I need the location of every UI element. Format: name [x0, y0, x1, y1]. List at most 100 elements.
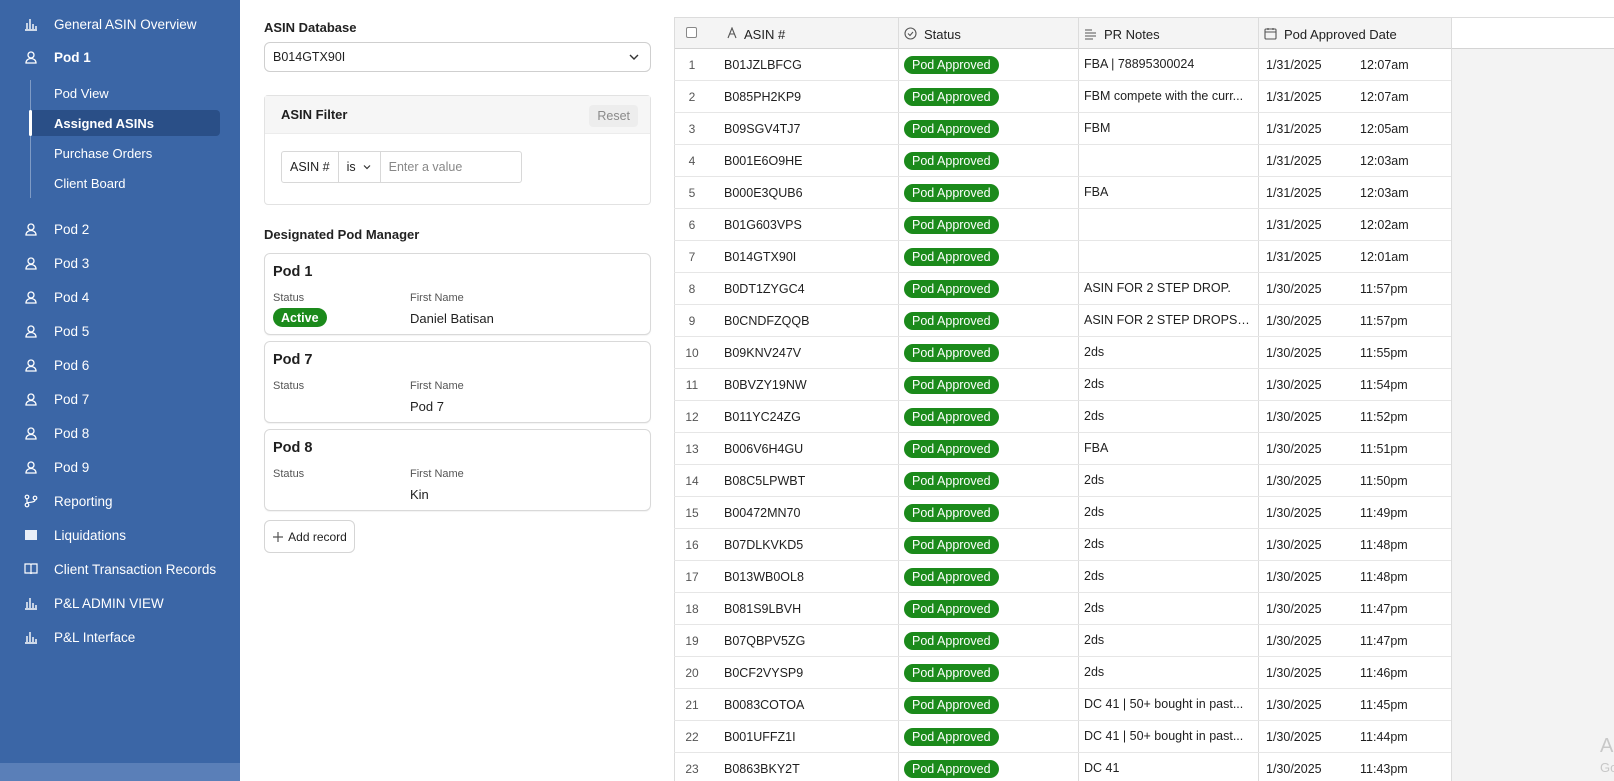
asin-cell[interactable]: B0863BKY2T — [724, 753, 884, 781]
table-row[interactable]: 23 B0863BKY2T Pod Approved DC 41 1/30/2025 11… — [674, 753, 1451, 781]
approved-time-cell[interactable]: 11:48pm — [1360, 561, 1440, 592]
approved-time-cell[interactable]: 11:46pm — [1360, 657, 1440, 688]
table-row[interactable]: 7 B014GTX90I Pod Approved 1/31/2025 12:01am — [674, 241, 1451, 273]
column-header-status[interactable]: Status — [898, 17, 1078, 49]
table-row[interactable]: 3 B09SGV4TJ7 Pod Approved FBM 1/31/2025 12:05… — [674, 113, 1451, 145]
approved-time-cell[interactable]: 11:49pm — [1360, 497, 1440, 528]
table-row[interactable]: 20 B0CF2VYSP9 Pod Approved 2ds 1/30/2025 11:4… — [674, 657, 1451, 689]
table-row[interactable]: 10 B09KNV247V Pod Approved 2ds 1/30/2025 11:5… — [674, 337, 1451, 369]
column-header-pod-approved-date[interactable]: Pod Approved Date — [1258, 17, 1451, 49]
pr-notes-cell[interactable]: FBA — [1084, 177, 1252, 208]
table-row[interactable]: 13 B006V6H4GU Pod Approved FBA 1/30/2025 11:5… — [674, 433, 1451, 465]
approved-time-cell[interactable]: 12:01am — [1360, 241, 1440, 272]
sidebar-item-pl-interface[interactable]: P&L Interface — [0, 623, 240, 651]
asin-cell[interactable]: B013WB0OL8 — [724, 561, 884, 592]
sidebar-subitem-purchase-orders[interactable]: Purchase Orders — [30, 140, 220, 166]
approved-time-cell[interactable]: 11:52pm — [1360, 401, 1440, 432]
approved-date-cell[interactable]: 1/30/2025 — [1266, 433, 1356, 464]
asin-cell[interactable]: B00472MN70 — [724, 497, 884, 528]
approved-time-cell[interactable]: 11:50pm — [1360, 465, 1440, 496]
table-row[interactable]: 9 B0CNDFZQQB Pod Approved ASIN FOR 2 STEP D… — [674, 305, 1451, 337]
pr-notes-cell[interactable]: 2ds — [1084, 497, 1252, 528]
filter-value-input[interactable]: Enter a value — [381, 152, 521, 182]
approved-date-cell[interactable]: 1/30/2025 — [1266, 753, 1356, 781]
approved-time-cell[interactable]: 12:07am — [1360, 81, 1440, 112]
sidebar-subitem-pod-view[interactable]: Pod View — [30, 80, 220, 106]
approved-date-cell[interactable]: 1/31/2025 — [1266, 49, 1356, 80]
status-cell[interactable]: Pod Approved — [904, 241, 1074, 272]
pr-notes-cell[interactable]: 2ds — [1084, 593, 1252, 624]
asin-cell[interactable]: B01G603VPS — [724, 209, 884, 240]
pr-notes-cell[interactable]: FBM — [1084, 113, 1252, 144]
status-cell[interactable]: Pod Approved — [904, 465, 1074, 496]
table-row[interactable]: 6 B01G603VPS Pod Approved 1/31/2025 12:02am — [674, 209, 1451, 241]
approved-date-cell[interactable]: 1/30/2025 — [1266, 337, 1356, 368]
asin-cell[interactable]: B08C5LPWBT — [724, 465, 884, 496]
approved-time-cell[interactable]: 12:03am — [1360, 145, 1440, 176]
column-header-pr-notes[interactable]: PR Notes — [1078, 17, 1258, 49]
table-row[interactable]: 22 B001UFFZ1I Pod Approved DC 41 | 50+ boug… — [674, 721, 1451, 753]
pr-notes-cell[interactable]: 2ds — [1084, 561, 1252, 592]
approved-date-cell[interactable]: 1/30/2025 — [1266, 401, 1356, 432]
pr-notes-cell[interactable]: 2ds — [1084, 625, 1252, 656]
select-all-checkbox[interactable] — [686, 27, 697, 38]
pr-notes-cell[interactable]: 2ds — [1084, 465, 1252, 496]
asin-cell[interactable]: B01JZLBFCG — [724, 49, 884, 80]
status-cell[interactable]: Pod Approved — [904, 401, 1074, 432]
asin-cell[interactable]: B0BVZY19NW — [724, 369, 884, 400]
status-cell[interactable]: Pod Approved — [904, 209, 1074, 240]
status-cell[interactable]: Pod Approved — [904, 753, 1074, 781]
table-row[interactable]: 19 B07QBPV5ZG Pod Approved 2ds 1/30/2025 11:4… — [674, 625, 1451, 657]
add-record-button[interactable]: Add record — [264, 520, 355, 553]
sidebar-item-pl-admin-view[interactable]: P&L ADMIN VIEW — [0, 589, 240, 617]
approved-date-cell[interactable]: 1/30/2025 — [1266, 689, 1356, 720]
approved-date-cell[interactable]: 1/31/2025 — [1266, 177, 1356, 208]
approved-time-cell[interactable]: 12:07am — [1360, 49, 1440, 80]
asin-cell[interactable]: B0083COTOA — [724, 689, 884, 720]
pr-notes-cell[interactable]: ASIN FOR 2 STEP DROPSHIP — [1084, 305, 1252, 336]
status-cell[interactable]: Pod Approved — [904, 529, 1074, 560]
sidebar-subitem-client-board[interactable]: Client Board — [30, 170, 220, 196]
approved-date-cell[interactable]: 1/30/2025 — [1266, 369, 1356, 400]
sidebar-item-client-transaction-records[interactable]: Client Transaction Records — [0, 555, 240, 583]
approved-date-cell[interactable]: 1/30/2025 — [1266, 657, 1356, 688]
status-cell[interactable]: Pod Approved — [904, 177, 1074, 208]
status-cell[interactable]: Pod Approved — [904, 625, 1074, 656]
sidebar-item-pod-8[interactable]: Pod 8 — [0, 419, 240, 447]
pr-notes-cell[interactable]: FBA | 78895300024 — [1084, 49, 1252, 80]
approved-date-cell[interactable]: 1/31/2025 — [1266, 145, 1356, 176]
asin-cell[interactable]: B09SGV4TJ7 — [724, 113, 884, 144]
asin-cell[interactable]: B014GTX90I — [724, 241, 884, 272]
approved-time-cell[interactable]: 11:55pm — [1360, 337, 1440, 368]
sidebar-item-pod-7[interactable]: Pod 7 — [0, 385, 240, 413]
table-row[interactable]: 17 B013WB0OL8 Pod Approved 2ds 1/30/2025 11:4… — [674, 561, 1451, 593]
pr-notes-cell[interactable]: DC 41 — [1084, 753, 1252, 781]
asin-cell[interactable]: B011YC24ZG — [724, 401, 884, 432]
asin-cell[interactable]: B07DLKVKD5 — [724, 529, 884, 560]
sidebar-item-general-asin-overview[interactable]: General ASIN Overview — [0, 10, 240, 38]
approved-date-cell[interactable]: 1/30/2025 — [1266, 273, 1356, 304]
approved-date-cell[interactable]: 1/30/2025 — [1266, 497, 1356, 528]
status-cell[interactable]: Pod Approved — [904, 273, 1074, 304]
asin-cell[interactable]: B085PH2KP9 — [724, 81, 884, 112]
approved-date-cell[interactable]: 1/31/2025 — [1266, 209, 1356, 240]
approved-date-cell[interactable]: 1/31/2025 — [1266, 81, 1356, 112]
table-row[interactable]: 14 B08C5LPWBT Pod Approved 2ds 1/30/2025 11:5… — [674, 465, 1451, 497]
table-row[interactable]: 18 B081S9LBVH Pod Approved 2ds 1/30/2025 11:4… — [674, 593, 1451, 625]
approved-date-cell[interactable]: 1/30/2025 — [1266, 625, 1356, 656]
approved-time-cell[interactable]: 11:57pm — [1360, 305, 1440, 336]
status-cell[interactable]: Pod Approved — [904, 49, 1074, 80]
table-row[interactable]: 16 B07DLKVKD5 Pod Approved 2ds 1/30/2025 11:4… — [674, 529, 1451, 561]
approved-time-cell[interactable]: 11:51pm — [1360, 433, 1440, 464]
pod-manager-card[interactable]: Pod 1 Status First Name Active Daniel Ba… — [264, 253, 651, 335]
table-row[interactable]: 8 B0DT1ZYGC4 Pod Approved ASIN FOR 2 STEP D… — [674, 273, 1451, 305]
approved-date-cell[interactable]: 1/30/2025 — [1266, 305, 1356, 336]
sidebar-item-liquidations[interactable]: Liquidations — [0, 521, 240, 549]
filter-field-select[interactable]: ASIN # — [282, 152, 339, 182]
status-cell[interactable]: Pod Approved — [904, 593, 1074, 624]
status-cell[interactable]: Pod Approved — [904, 113, 1074, 144]
approved-date-cell[interactable]: 1/30/2025 — [1266, 721, 1356, 752]
filter-operator-select[interactable]: is — [339, 152, 381, 182]
status-cell[interactable]: Pod Approved — [904, 337, 1074, 368]
pr-notes-cell[interactable]: 2ds — [1084, 657, 1252, 688]
